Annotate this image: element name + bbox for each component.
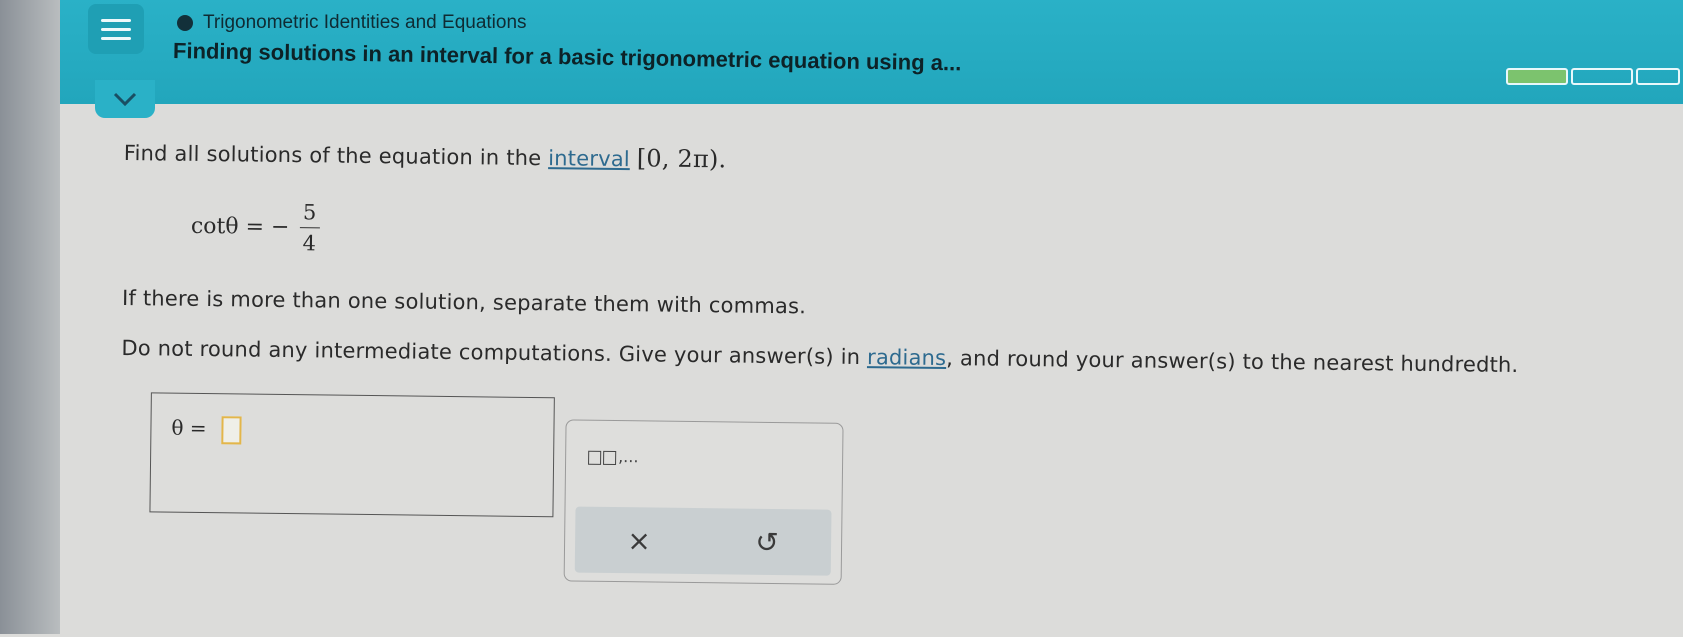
math-tool-panel: ,... × ↺ <box>563 419 844 585</box>
clear-button[interactable]: × <box>627 524 651 557</box>
question-area: Find all solutions of the equation in th… <box>118 138 1664 637</box>
menu-icon-line <box>101 18 131 22</box>
chevron-down-icon <box>113 92 137 107</box>
box-icon <box>588 450 602 465</box>
equation-lhs: cotθ = − <box>190 213 290 241</box>
equation: cotθ = − 5 4 <box>191 199 320 256</box>
progress-indicator <box>1506 68 1680 85</box>
answer-input[interactable] <box>221 416 242 445</box>
list-template-suffix: ,... <box>618 447 639 467</box>
topic-label: Trigonometric Identities and Equations <box>203 12 527 33</box>
menu-icon-line <box>101 36 131 40</box>
fraction-numerator: 5 <box>302 200 317 225</box>
status-dot-icon <box>177 15 193 31</box>
topic-heading: Trigonometric Identities and Equations <box>177 12 527 34</box>
instruction-commas: If there is more than one solution, sepa… <box>121 285 807 319</box>
instruction-rounding: Do not round any intermediate computatio… <box>121 336 1518 377</box>
question-intro: Find all solutions of the equation in th… <box>124 138 727 173</box>
menu-icon-line <box>101 27 131 31</box>
progress-segment-complete <box>1506 68 1568 85</box>
left-strip <box>0 0 60 634</box>
intro-text: Find all solutions of the equation in th… <box>123 140 549 171</box>
collapse-toggle[interactable] <box>95 80 155 118</box>
progress-segment <box>1636 68 1680 85</box>
interval-link[interactable]: interval <box>548 146 630 171</box>
fraction-denominator: 4 <box>302 231 317 256</box>
instruction-rounding-a: Do not round any intermediate computatio… <box>121 335 868 370</box>
fraction: 5 4 <box>299 200 320 255</box>
fraction-bar <box>299 227 320 229</box>
menu-button[interactable] <box>88 4 144 54</box>
radians-link[interactable]: radians <box>867 345 946 370</box>
answer-label: θ = <box>171 415 207 441</box>
list-template-button[interactable]: ,... <box>588 447 639 467</box>
progress-segment <box>1571 68 1633 85</box>
interval-math: [0, 2π). <box>636 144 727 174</box>
instruction-rounding-b: , and round your answer(s) to the neares… <box>946 346 1519 378</box>
tool-actions: × ↺ <box>574 506 832 576</box>
undo-button[interactable]: ↺ <box>755 525 779 558</box>
box-icon <box>603 450 617 465</box>
answer-box: θ = <box>149 392 555 518</box>
